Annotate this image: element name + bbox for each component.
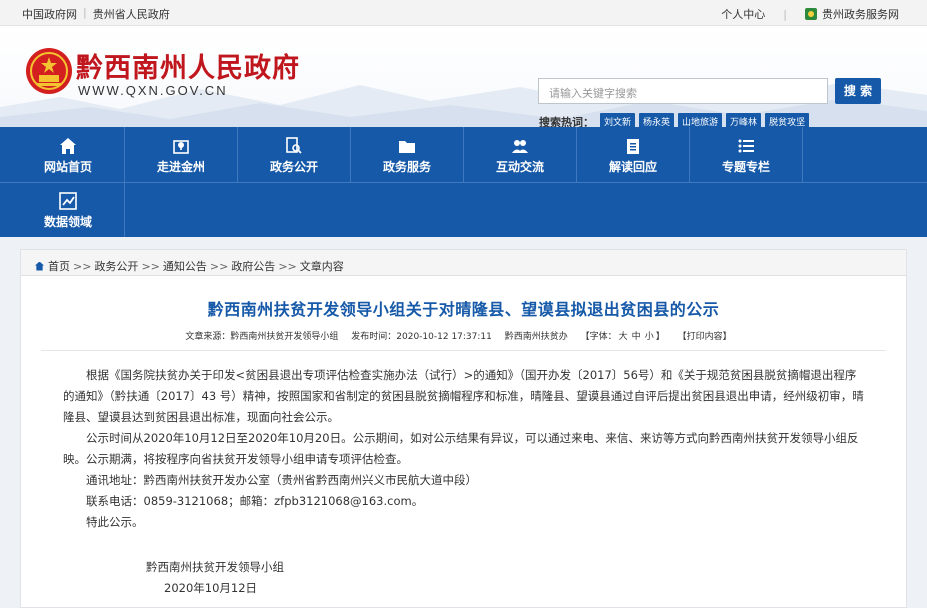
link-guizhou-gov[interactable]: 贵州省人民政府 bbox=[93, 6, 170, 22]
search-button[interactable]: 搜 索 bbox=[835, 78, 881, 104]
nav-label: 数据领域 bbox=[43, 215, 92, 229]
divider: | bbox=[783, 7, 787, 21]
hotword-tag[interactable]: 脱贫攻坚 bbox=[765, 113, 810, 127]
main-nav: 网站首页 走进金州 政务公开 政务服务 互动交流 解读回应 专题专栏 数据领域 bbox=[0, 127, 927, 237]
breadcrumb-current: 文章内容 bbox=[299, 260, 344, 273]
breadcrumb-link[interactable]: 政务公开 bbox=[94, 258, 138, 274]
breadcrumb-link[interactable]: 通知公告 bbox=[163, 258, 207, 274]
paragraph: 通讯地址：黔西南州扶贫开发办公室（贵州省黔西南州兴义市民航大道中段） bbox=[86, 473, 477, 487]
paragraph: 公示时间从2020年10月12日至2020年10月20日。公示期间，如对公示结果… bbox=[63, 431, 859, 466]
site-title: 黔西南州人民政府 bbox=[76, 53, 300, 84]
nav-label: 走进金州 bbox=[156, 160, 205, 174]
meta-time: 发布时间：2020-10-12 17:37:11 bbox=[351, 332, 492, 342]
meta-author: 黔西南州扶贫办 bbox=[504, 332, 568, 342]
content-area: 首页 >> 政务公开 >> 通知公告 >> 政府公告 >> 文章内容 黔西南州扶… bbox=[0, 237, 927, 608]
nav-item-jinzhou[interactable]: 走进金州 bbox=[125, 127, 238, 182]
link-personal-center[interactable]: 个人中心 bbox=[721, 6, 765, 22]
breadcrumb-sep: >> bbox=[141, 259, 160, 273]
paragraph: 联系电话：0859-3121068；邮箱：zfpb3121068@163.com… bbox=[86, 494, 424, 508]
map-pin-icon bbox=[173, 140, 189, 154]
nav-item-gov-services[interactable]: 政务服务 bbox=[351, 127, 464, 182]
nav-item-gov-affairs[interactable]: 政务公开 bbox=[238, 127, 351, 182]
search-input[interactable]: 请输入关键字搜索 bbox=[538, 78, 828, 104]
top-left-links: 中国政府网 | 贵州省人民政府 bbox=[22, 6, 176, 22]
folder-icon bbox=[399, 141, 415, 153]
top-utility-bar: 中国政府网 | 贵州省人民政府 个人中心 | 贵州政务服务网 bbox=[0, 0, 927, 26]
breadcrumb-link[interactable]: 政府公告 bbox=[231, 258, 275, 274]
hotwords-label: 搜索热词： bbox=[539, 115, 594, 128]
font-size-prefix: 【字体： bbox=[580, 332, 617, 342]
home-icon bbox=[35, 261, 44, 271]
hotword-tag[interactable]: 万峰林 bbox=[726, 113, 762, 127]
nav-row-divider bbox=[0, 182, 927, 183]
article-title: 黔西南州扶贫开发领导小组关于对晴隆县、望谟县拟退出贫困县的公示 bbox=[207, 300, 720, 319]
breadcrumb-sep: >> bbox=[278, 259, 297, 273]
nav-label: 网站首页 bbox=[43, 160, 92, 174]
font-small-button[interactable]: 小 bbox=[645, 332, 654, 342]
guizhou-service-icon bbox=[805, 8, 817, 20]
people-icon bbox=[512, 140, 528, 153]
nav-item-interaction[interactable]: 互动交流 bbox=[464, 127, 577, 182]
signature-block: 黔西南州扶贫开发领导小组 2020年10月12日 bbox=[21, 533, 906, 599]
nav-label: 互动交流 bbox=[495, 160, 544, 174]
link-gov-cn[interactable]: 中国政府网 bbox=[22, 6, 77, 22]
breadcrumb-link[interactable]: 首页 bbox=[48, 258, 70, 274]
hotword-tag[interactable]: 山地旅游 bbox=[678, 113, 723, 127]
list-icon bbox=[738, 139, 754, 153]
hotword-tag[interactable]: 杨永英 bbox=[639, 113, 675, 127]
font-size-control: 【字体：大中小】 bbox=[581, 332, 665, 342]
breadcrumb-sep: >> bbox=[73, 259, 92, 273]
nav-label: 专题专栏 bbox=[721, 160, 770, 174]
sign-org: 黔西南州扶贫开发领导小组 bbox=[146, 560, 284, 574]
breadcrumb-sep: >> bbox=[209, 259, 229, 273]
meta-source: 文章来源：黔西南州扶贫开发领导小组 bbox=[185, 332, 339, 342]
site-header: 黔西南州人民政府 WWW.QXN.GOV.CN 请输入关键字搜索 搜 索 搜索热… bbox=[0, 26, 927, 127]
paragraph: 根据《国务院扶贫办关于印发<贫困县退出专项评估检查实施办法（试行）>的通知》（国… bbox=[63, 368, 864, 424]
hotwords-row: 搜索热词： 刘文新 杨永英 山地旅游 万峰林 脱贫攻坚 bbox=[539, 113, 813, 127]
document-search-icon bbox=[286, 137, 302, 154]
nav-item-data[interactable]: 数据领域 bbox=[12, 182, 125, 237]
sign-date: 2020年10月12日 bbox=[164, 581, 258, 595]
font-large-button[interactable]: 大 bbox=[619, 332, 628, 342]
article-panel: 首页 >> 政务公开 >> 通知公告 >> 政府公告 >> 文章内容 黔西南州扶… bbox=[20, 249, 907, 608]
nav-item-interpretation[interactable]: 解读回应 bbox=[577, 127, 690, 182]
nav-label: 政务公开 bbox=[269, 160, 318, 174]
font-medium-button[interactable]: 中 bbox=[632, 332, 641, 342]
national-emblem-icon bbox=[26, 48, 72, 94]
site-url: WWW.QXN.GOV.CN bbox=[78, 83, 228, 98]
print-button[interactable]: 【打印内容】 bbox=[678, 332, 732, 342]
article-meta: 文章来源：黔西南州扶贫开发领导小组 发布时间：2020-10-12 17:37:… bbox=[41, 329, 886, 351]
font-size-suffix: 】 bbox=[655, 332, 665, 342]
nav-label: 解读回应 bbox=[608, 160, 657, 174]
divider: | bbox=[83, 6, 87, 19]
clipboard-icon bbox=[627, 139, 639, 154]
article-body: 根据《国务院扶贫办关于印发<贫困县退出专项评估检查实施办法（试行）>的通知》（国… bbox=[21, 351, 906, 533]
nav-label: 政务服务 bbox=[382, 160, 431, 174]
paragraph: 特此公示。 bbox=[86, 515, 144, 529]
chart-icon bbox=[59, 192, 77, 210]
top-right-links: 个人中心 | 贵州政务服务网 bbox=[721, 6, 899, 22]
hotword-tag[interactable]: 刘文新 bbox=[600, 113, 636, 127]
nav-item-home[interactable]: 网站首页 bbox=[12, 127, 125, 182]
link-guizhou-service[interactable]: 贵州政务服务网 bbox=[822, 6, 899, 22]
breadcrumb: 首页 >> 政务公开 >> 通知公告 >> 政府公告 >> 文章内容 bbox=[21, 250, 906, 276]
nav-item-special-topics[interactable]: 专题专栏 bbox=[690, 127, 803, 182]
home-icon bbox=[60, 138, 76, 154]
